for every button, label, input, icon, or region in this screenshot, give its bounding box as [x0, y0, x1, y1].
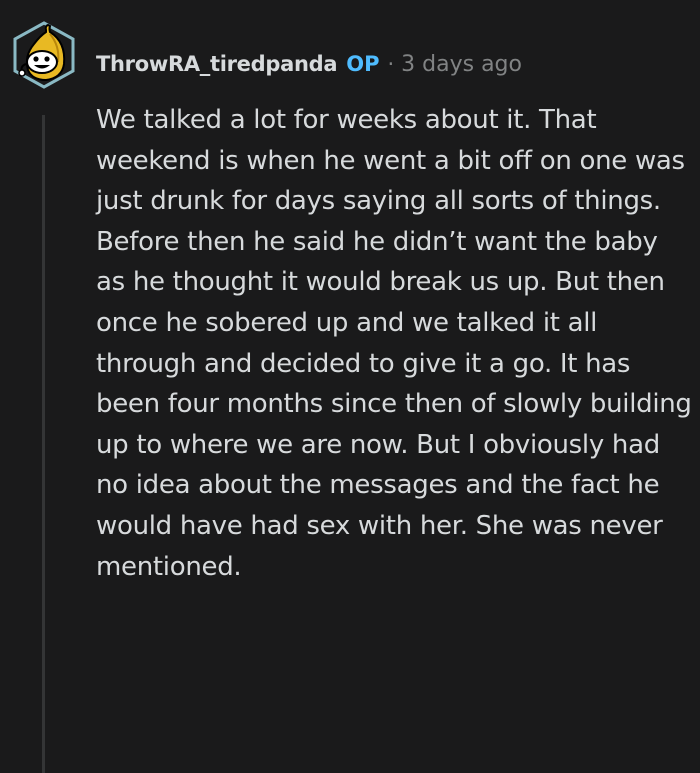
banana-snoo-avatar-icon: [13, 21, 75, 89]
comment-timestamp[interactable]: 3 days ago: [401, 52, 522, 77]
username-link[interactable]: ThrowRA_tiredpanda: [96, 52, 338, 76]
user-avatar[interactable]: [12, 20, 76, 90]
comment-body: We talked a lot for weeks about it. That…: [96, 105, 692, 582]
thread-collapse-line[interactable]: [42, 115, 45, 773]
separator-dot: ·: [387, 52, 395, 76]
op-badge: OP: [346, 52, 380, 76]
comment-header: ThrowRA_tiredpanda OP · 3 days ago: [96, 46, 522, 82]
comment: ThrowRA_tiredpanda OP · 3 days ago We ta…: [0, 0, 700, 773]
